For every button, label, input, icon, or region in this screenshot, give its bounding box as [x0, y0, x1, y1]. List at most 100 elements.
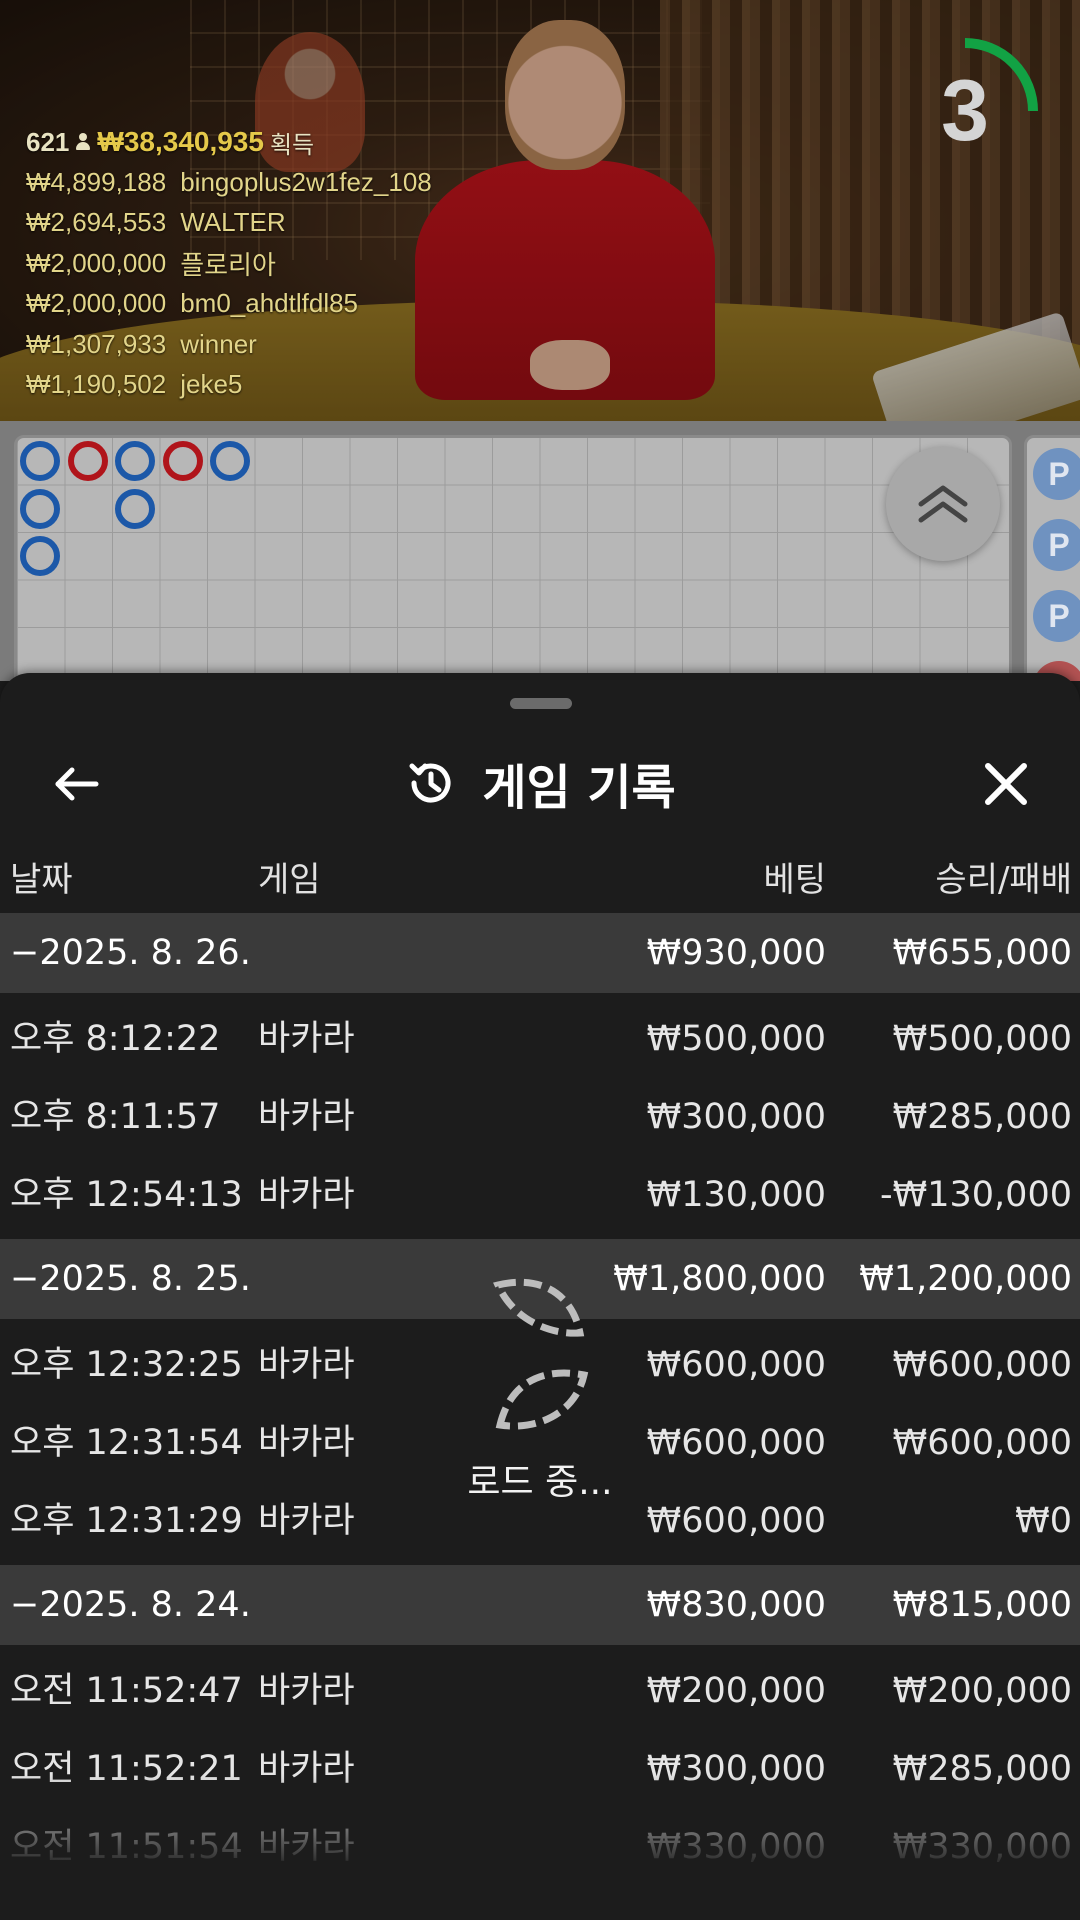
loading-overlay: 로드 중...	[440, 1275, 640, 1535]
side-player-bead: P	[1033, 519, 1080, 571]
sheet-title: 게임 기록	[0, 728, 1080, 838]
table-row[interactable]: 오후 12:54:13 바카라 ₩130,000 -₩130,000	[0, 1155, 1080, 1233]
row-time: 오후 12:31:29	[10, 1501, 243, 1541]
row-bet: ₩600,000	[646, 1423, 826, 1463]
group-rows: 오후 8:12:22 바카라 ₩500,000 ₩500,000 오후 8:11:57 바…	[0, 993, 1080, 1239]
row-bet: ₩200,000	[646, 1671, 826, 1711]
row-game: 바카라	[258, 1671, 355, 1711]
row-result: -₩130,000	[880, 1175, 1072, 1215]
close-icon	[985, 763, 1027, 805]
row-bet: ₩130,000	[646, 1175, 826, 1215]
row-result: ₩500,000	[892, 1019, 1072, 1059]
row-game: 바카라	[258, 1423, 355, 1463]
column-header-date: 날짜	[10, 860, 73, 900]
winner-amount: ₩1,190,502	[26, 369, 167, 400]
winner-row: ₩2,000,000 플로리아	[26, 243, 432, 284]
group-date: −2025. 8. 24.	[10, 1585, 251, 1625]
row-time: 오후 8:11:57	[10, 1097, 221, 1137]
history-icon	[409, 763, 451, 803]
row-bet: ₩600,000	[646, 1345, 826, 1385]
winner-row: ₩2,000,000 bm0_ahdtlfdl85	[26, 284, 432, 325]
table-row[interactable]: 오후 8:11:57 바카라 ₩300,000 ₩285,000	[0, 1077, 1080, 1155]
table-row[interactable]: 오전 11:52:47 바카라 ₩200,000 ₩200,000	[0, 1651, 1080, 1729]
row-game: 바카라	[258, 1097, 355, 1137]
row-game: 바카라	[258, 1175, 355, 1215]
winner-name: 플로리아	[180, 249, 276, 280]
winner-amount: ₩4,899,188	[26, 166, 167, 197]
winner-row: ₩1,307,933 winner	[26, 324, 432, 365]
countdown-value: 3	[941, 63, 989, 159]
expand-roadmap-button[interactable]	[886, 447, 1000, 561]
banker-bead	[67, 441, 108, 481]
date-group-row[interactable]: −2025. 8. 26. ₩930,000 ₩655,000	[0, 913, 1080, 993]
table-row[interactable]: 오후 8:12:22 바카라 ₩500,000 ₩500,000	[0, 999, 1080, 1077]
winners-count: 621	[26, 126, 70, 157]
group-result-total: ₩1,200,000	[859, 1259, 1072, 1299]
row-result: ₩285,000	[892, 1097, 1072, 1137]
group-result-total: ₩815,000	[892, 1585, 1072, 1625]
group-result-total: ₩655,000	[892, 933, 1072, 973]
row-time: 오전 11:52:47	[10, 1671, 243, 1711]
date-group-row[interactable]: −2025. 8. 24. ₩830,000 ₩815,000	[0, 1565, 1080, 1645]
column-header-game: 게임	[258, 860, 321, 900]
loading-spinner-icon	[493, 1278, 589, 1430]
side-player-bead: P	[1033, 590, 1080, 642]
bead-road-grid	[14, 435, 1012, 681]
roadmap-area: PPP	[0, 421, 1080, 681]
winners-total-amount: ₩38,340,935	[97, 126, 264, 157]
player-bead	[115, 441, 155, 481]
row-game: 바카라	[258, 1345, 355, 1385]
winner-row: ₩2,694,553 WALTER	[26, 203, 432, 244]
close-button[interactable]	[970, 748, 1042, 820]
player-bead	[20, 441, 60, 481]
winner-name: winner	[180, 328, 257, 359]
arrow-left-icon	[55, 767, 99, 801]
group-bet-total: ₩830,000	[646, 1585, 826, 1625]
countdown-timer: 3	[890, 36, 1040, 186]
player-bead	[20, 488, 60, 529]
row-time: 오후 12:32:25	[10, 1345, 243, 1385]
back-button[interactable]	[40, 748, 112, 820]
group-bet-total: ₩930,000	[646, 933, 826, 973]
loading-text: 로드 중...	[467, 1462, 613, 1503]
column-header-bet: 베팅	[763, 860, 826, 900]
winners-list: 621 ₩38,340,935 획득 ₩4,899,188 bingoplus2w…	[26, 122, 432, 405]
row-result: ₩600,000	[892, 1345, 1072, 1385]
row-game: 바카라	[258, 1019, 355, 1059]
column-header-result: 승리/패배	[935, 860, 1072, 900]
winners-total: 621 ₩38,340,935 획득	[26, 122, 432, 162]
sheet-header: 게임 기록	[0, 728, 1080, 838]
player-bead	[115, 488, 155, 529]
row-bet: ₩500,000	[646, 1019, 826, 1059]
double-chevron-up-icon	[918, 485, 968, 523]
winner-amount: ₩1,307,933	[26, 328, 167, 359]
row-time: 오후 12:54:13	[10, 1175, 243, 1215]
row-time: 오후 12:31:54	[10, 1423, 243, 1463]
row-time: 오후 8:12:22	[10, 1019, 221, 1059]
row-bet: ₩600,000	[646, 1501, 826, 1541]
table-header: 날짜 게임 베팅 승리/패배	[0, 840, 1080, 920]
person-icon	[75, 133, 91, 151]
winner-row: ₩4,899,188 bingoplus2w1fez_108	[26, 162, 432, 203]
row-bet: ₩300,000	[646, 1097, 826, 1137]
side-player-bead: P	[1033, 448, 1080, 500]
banker-bead	[162, 441, 203, 481]
player-bead	[210, 441, 250, 481]
winner-name: bm0_ahdtlfdl85	[180, 288, 359, 319]
winner-amount: ₩2,000,000	[26, 247, 167, 278]
winner-amount: ₩2,000,000	[26, 288, 167, 319]
winner-name: jeke5	[180, 369, 243, 400]
page-title: 게임 기록	[482, 760, 676, 816]
row-result: ₩200,000	[892, 1671, 1072, 1711]
winner-amount: ₩2,694,553	[26, 207, 167, 238]
winner-name: WALTER	[180, 207, 286, 238]
live-video: 621 ₩38,340,935 획득 ₩4,899,188 bingoplus2w…	[0, 0, 1080, 421]
row-game: 바카라	[258, 1501, 355, 1541]
winner-row: ₩1,190,502 jeke5	[26, 365, 432, 406]
row-result: ₩600,000	[892, 1423, 1072, 1463]
winner-name: bingoplus2w1fez_108	[180, 166, 432, 197]
sheet-grabber[interactable]	[510, 698, 572, 709]
group-date: −2025. 8. 26.	[10, 933, 251, 973]
group-date: −2025. 8. 25.	[10, 1259, 251, 1299]
row-result: ₩0	[1015, 1501, 1072, 1541]
